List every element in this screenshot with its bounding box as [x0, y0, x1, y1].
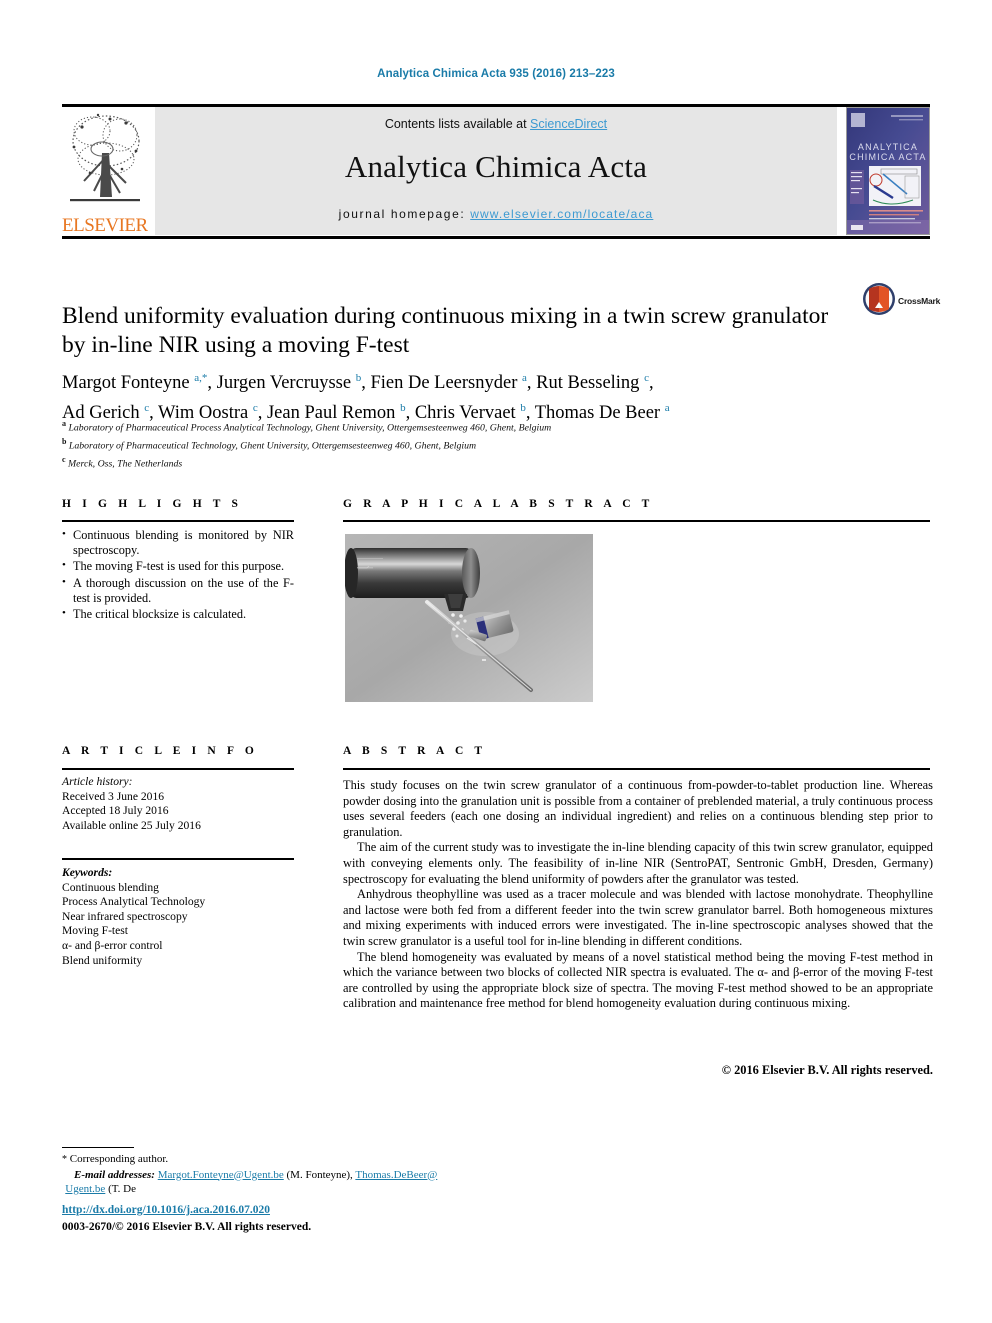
affiliation-item: a Laboratory of Pharmaceutical Process A…	[62, 417, 862, 435]
author-name: Rut Besseling	[536, 373, 645, 394]
journal-homepage-line: journal homepage: www.elsevier.com/locat…	[155, 207, 837, 221]
keywords-block: Keywords: Continuous blending Process Ana…	[62, 866, 294, 968]
abstract-copyright: © 2016 Elsevier B.V. All rights reserved…	[721, 1063, 933, 1077]
article-history-list: Received 3 June 2016 Accepted 18 July 201…	[62, 790, 294, 834]
article-history: Article history: Received 3 June 2016 Acc…	[62, 775, 294, 833]
affiliation-list: a Laboratory of Pharmaceutical Process A…	[62, 417, 862, 470]
header-rule-bottom	[62, 236, 930, 239]
svg-text:ANALYTICA: ANALYTICA	[858, 142, 918, 152]
article-history-item: Received 3 June 2016	[62, 789, 165, 803]
issn-copyright-line: 0003-2670/© 2016 Elsevier B.V. All right…	[62, 1221, 312, 1233]
highlight-item: A thorough discussion on the use of the …	[62, 575, 294, 606]
abstract-paragraph: The aim of the current study was to inve…	[343, 840, 933, 886]
keyword-item: Blend uniformity	[62, 953, 143, 967]
graphical-abstract-image	[345, 534, 593, 702]
keyword-item: Near infrared spectroscopy	[62, 909, 188, 923]
graphical-abstract-rule	[343, 520, 930, 522]
affiliation-text: Merck, Oss, The Netherlands	[65, 457, 183, 469]
keyword-item: Process Analytical Technology	[62, 895, 206, 909]
highlights-list: Continuous blending is monitored by NIR …	[62, 527, 294, 622]
contents-available-line: Contents lists available at ScienceDirec…	[155, 117, 837, 131]
journal-homepage-link[interactable]: www.elsevier.com/locate/aca	[470, 207, 653, 221]
corresponding-star: *	[62, 1154, 67, 1165]
affiliation-item: b Laboratory of Pharmaceutical Technolog…	[62, 435, 862, 453]
highlights-rule	[62, 520, 294, 522]
highlights-heading: H I G H L I G H T S	[62, 498, 243, 510]
contents-prefix: Contents lists available at	[384, 117, 531, 131]
elsevier-tree-icon	[70, 113, 140, 202]
highlights-section: Continuous blending is monitored by NIR …	[62, 527, 294, 623]
journal-title: Analytica Chimica Acta	[344, 149, 648, 184]
affiliation-text: Laboratory of Pharmaceutical Technology,…	[66, 440, 477, 452]
email-note: E-mail addresses: Margot.Fonteyne@Ugent.…	[62, 1168, 482, 1197]
affiliation-item: c Merck, Oss, The Netherlands	[62, 453, 862, 471]
abstract-heading: A B S T R A C T	[343, 745, 487, 757]
email-label: E-mail addresses:	[74, 1168, 155, 1181]
abstract-paragraph: This study focuses on the twin screw gra…	[343, 778, 933, 839]
article-history-item: Available online 25 July 2016	[62, 818, 201, 832]
article-history-label: Article history:	[62, 775, 133, 788]
author-separator: ,	[648, 373, 654, 394]
email-link-fonteyne[interactable]: Margot.Fonteyne@Ugent.be	[158, 1169, 284, 1181]
email-link-debeer-part1[interactable]: Thomas.DeBeer@	[355, 1169, 437, 1181]
author-name: Jurgen Vercruysse	[216, 373, 356, 394]
journal-cover-art: ANALYTICA CHIMICA ACTA	[847, 108, 929, 234]
article-history-item: Accepted 18 July 2016	[62, 804, 169, 818]
abstract-body: This study focuses on the twin screw gra…	[343, 778, 933, 1012]
paper-first-page: Analytica Chimica Acta 935 (2016) 213–22…	[0, 0, 992, 1323]
highlight-item: The critical blocksize is calculated.	[62, 606, 294, 622]
article-info-heading: A R T I C L E I N F O	[62, 745, 258, 757]
author-separator: ,	[207, 373, 217, 394]
author-line-1: Margot Fonteyne a,*, Jurgen Vercruysse b…	[62, 372, 654, 394]
author-name: Margot Fonteyne	[62, 373, 195, 394]
keywords-label: Keywords:	[62, 866, 113, 879]
article-info-rule	[62, 768, 294, 770]
keyword-item: α- and β-error control	[62, 938, 163, 952]
highlight-item: Continuous blending is monitored by NIR …	[62, 527, 294, 558]
sciencedirect-link[interactable]: ScienceDirect	[530, 117, 607, 131]
running-head: Analytica Chimica Acta 935 (2016) 213–22…	[377, 68, 615, 80]
author-name: Fien De Leersnyder	[370, 373, 522, 394]
elsevier-logo: ELSEVIER	[62, 107, 148, 235]
keywords-list: Continuous blending Process Analytical Te…	[62, 881, 294, 969]
crossmark-icon	[863, 283, 895, 315]
abstract-paragraph: The blend homogeneity was evaluated by m…	[343, 949, 933, 1011]
corresponding-author-note: * Corresponding author.	[62, 1152, 482, 1168]
keyword-item: Moving F-test	[62, 924, 129, 938]
footnote-rule	[62, 1147, 134, 1148]
homepage-label: journal homepage:	[338, 207, 471, 221]
graphical-abstract-heading: G R A P H I C A L A B S T R A C T	[343, 498, 654, 510]
granulator-render-icon	[345, 534, 593, 702]
author-separator: ,	[526, 373, 537, 394]
doi-link[interactable]: http://dx.doi.org/10.1016/j.aca.2016.07.…	[62, 1204, 270, 1216]
email-link-debeer-part2[interactable]: Ugent.be	[65, 1183, 105, 1195]
abstract-paragraph: Anhydrous theophylline was used as a tra…	[343, 887, 933, 948]
keywords-rule	[62, 858, 294, 860]
affiliation-text: Laboratory of Pharmaceutical Process Ana…	[66, 422, 552, 434]
footnote-block: * Corresponding author. E-mail addresses…	[62, 1152, 482, 1197]
highlight-item: The moving F-test is used for this purpo…	[62, 558, 294, 574]
keyword-item: Continuous blending	[62, 880, 159, 894]
corresponding-text: Corresponding author.	[69, 1153, 169, 1165]
author-affiliation-mark: a,	[194, 372, 202, 384]
elsevier-wordmark: ELSEVIER	[62, 215, 148, 235]
journal-banner: Contents lists available at ScienceDirec…	[155, 107, 837, 235]
crossmark-label: CrossMark	[898, 296, 941, 306]
journal-cover-thumbnail: ANALYTICA CHIMICA ACTA	[846, 107, 930, 235]
svg-text:CHIMICA ACTA: CHIMICA ACTA	[849, 152, 926, 162]
abstract-rule	[343, 768, 930, 770]
author-affiliation-mark: a	[664, 402, 670, 415]
crossmark-badge[interactable]: CrossMark	[862, 282, 940, 326]
email1-owner: (M. Fonteyne),	[286, 1168, 353, 1181]
page-title: Blend uniformity evaluation during conti…	[62, 302, 829, 358]
